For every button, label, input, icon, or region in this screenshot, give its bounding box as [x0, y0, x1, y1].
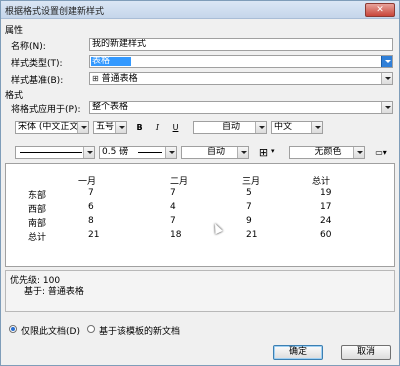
based-on-select[interactable]: ⊞ 普通表格: [89, 72, 393, 85]
style-preview-table: 一月 二月 三月 总计 东部 7 7 5 19 西部 6 4 7 17 南部 8…: [5, 163, 395, 267]
border-width-select[interactable]: 0.5 磅: [99, 146, 177, 159]
style-description: 优先级: 100 基于: 普通表格: [5, 270, 395, 312]
font-value: 宋体 (中文正文: [18, 122, 79, 132]
properties-section-label: 属性: [5, 26, 24, 36]
chevron-down-icon: [83, 147, 94, 158]
value-cell: 9: [246, 216, 252, 226]
value-cell: 6: [88, 202, 94, 212]
header-cell: 二月: [170, 177, 189, 187]
value-cell: 7: [170, 188, 176, 198]
chevron-down-icon: [237, 147, 248, 158]
name-value: 我的新建样式: [92, 39, 147, 49]
dialog-title: 根据格式设置创建新样式: [5, 7, 105, 17]
chevron-down-icon: [353, 147, 364, 158]
value-cell: 19: [320, 188, 332, 198]
row-label-cell: 西部: [28, 205, 47, 215]
style-type-label: 样式类型(T):: [11, 59, 63, 69]
name-label: 名称(N):: [11, 42, 46, 52]
font-size-select[interactable]: 五号: [93, 121, 127, 134]
table-properties-icon[interactable]: ▭▾: [371, 146, 391, 159]
shading-select[interactable]: 无颜色: [289, 146, 365, 159]
value-cell: 5: [246, 188, 252, 198]
apply-to-select[interactable]: 整个表格: [89, 101, 393, 114]
create-style-dialog: 根据格式设置创建新样式 ✕ 属性 名称(N): 我的新建样式 样式类型(T): …: [0, 0, 400, 366]
font-color-select[interactable]: 自动: [193, 121, 267, 134]
new-docs-template-label[interactable]: 基于该模板的新文档: [99, 324, 180, 337]
line-width-sample: [138, 152, 162, 153]
title-bar: 根据格式设置创建新样式 ✕: [1, 1, 399, 19]
table-icon: ⊞: [92, 74, 99, 83]
based-on-value: 普通表格: [101, 74, 138, 84]
shading-value: 无颜色: [314, 147, 342, 157]
line-style-sample: [20, 152, 82, 153]
value-cell: 17: [320, 202, 332, 212]
borders-icon[interactable]: ⊞: [257, 146, 270, 159]
chevron-down-icon: [381, 73, 392, 84]
new-docs-template-radio[interactable]: [87, 325, 95, 333]
row-label-cell: 总计: [28, 233, 47, 243]
border-style-select[interactable]: [15, 146, 95, 159]
ok-button[interactable]: 确定: [273, 345, 323, 360]
font-size-value: 五号: [96, 122, 115, 132]
chevron-down-icon: [165, 147, 176, 158]
value-cell: 21: [246, 230, 258, 240]
cancel-button[interactable]: 取消: [341, 345, 391, 360]
only-this-doc-label[interactable]: 仅限此文档(D): [21, 324, 80, 337]
close-button[interactable]: ✕: [365, 3, 395, 17]
chevron-down-icon: [115, 122, 126, 133]
based-on-text: 基于: 普通表格: [24, 287, 84, 297]
only-this-doc-radio[interactable]: [9, 325, 17, 333]
header-cell: 总计: [312, 177, 331, 187]
apply-to-label: 将格式应用于(P):: [11, 105, 81, 115]
chevron-down-icon: [311, 122, 322, 133]
style-type-select[interactable]: 表格: [89, 55, 393, 68]
underline-button[interactable]: U: [169, 121, 182, 134]
value-cell: 18: [170, 230, 182, 240]
value-cell: 24: [320, 216, 332, 226]
language-select[interactable]: 中文: [271, 121, 323, 134]
bold-button[interactable]: B: [133, 121, 146, 134]
apply-to-value: 整个表格: [92, 102, 129, 112]
border-width-value: 0.5 磅: [102, 147, 129, 157]
chevron-down-icon: [381, 102, 392, 113]
row-label-cell: 东部: [28, 191, 47, 201]
font-color-value: 自动: [221, 122, 240, 132]
header-cell: 一月: [78, 177, 97, 187]
header-cell: 三月: [242, 177, 261, 187]
row-label-cell: 南部: [28, 219, 47, 229]
value-cell: 21: [88, 230, 100, 240]
border-color-select[interactable]: 自动: [181, 146, 249, 159]
value-cell: 7: [88, 188, 94, 198]
language-value: 中文: [274, 122, 293, 132]
value-cell: 4: [170, 202, 176, 212]
chevron-down-icon: [255, 122, 266, 133]
based-on-label: 样式基准(B):: [11, 76, 64, 86]
value-cell: 7: [170, 216, 176, 226]
name-input[interactable]: 我的新建样式: [89, 38, 393, 51]
value-cell: 8: [88, 216, 94, 226]
style-type-value: 表格: [92, 56, 111, 66]
chevron-down-icon: [77, 122, 88, 133]
font-select[interactable]: 宋体 (中文正文: [15, 121, 89, 134]
chevron-down-icon: [381, 56, 392, 67]
border-color-value: 自动: [206, 147, 225, 157]
borders-dropdown-arrow[interactable]: ▾: [271, 147, 275, 155]
format-section-label: 格式: [5, 91, 24, 101]
value-cell: 60: [320, 230, 332, 240]
value-cell: 7: [246, 202, 252, 212]
italic-button[interactable]: I: [151, 121, 164, 134]
